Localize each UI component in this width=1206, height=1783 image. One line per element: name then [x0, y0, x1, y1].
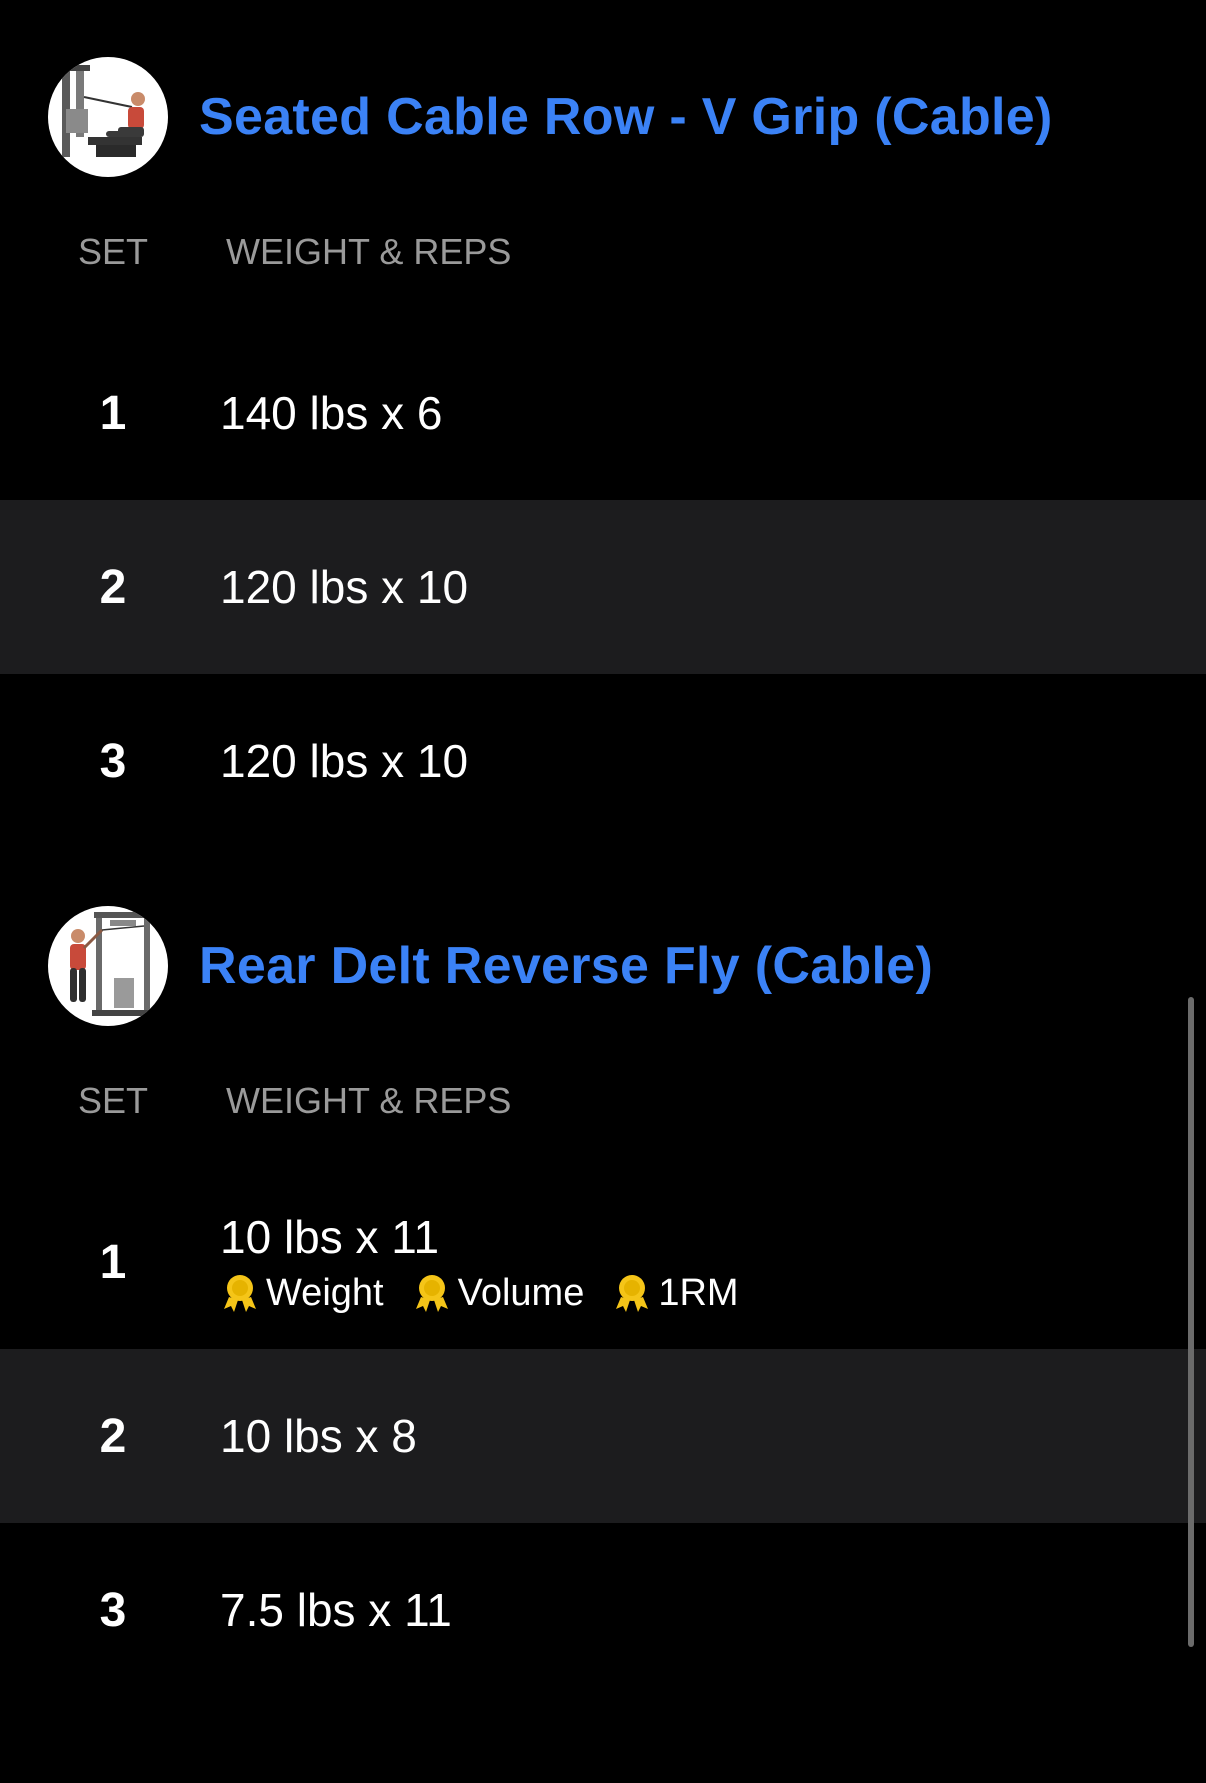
exercise-header[interactable]: Rear Delt Reverse Fly (Cable) [0, 906, 1206, 1026]
exercise-title[interactable]: Seated Cable Row - V Grip (Cable) [199, 87, 1053, 147]
set-weight-reps: 10 lbs x 8 [220, 1410, 417, 1462]
pr-badge-weight: Weight [220, 1272, 384, 1315]
set-weight-reps: 7.5 lbs x 11 [220, 1584, 452, 1636]
set-row[interactable]: 3 7.5 lbs x 11 [0, 1523, 1206, 1697]
set-row[interactable]: 2 120 lbs x 10 [0, 500, 1206, 674]
medal-icon [616, 1275, 649, 1312]
set-weight-reps: 120 lbs x 10 [220, 735, 469, 787]
set-number: 3 [99, 734, 127, 788]
set-row[interactable]: 1 10 lbs x 11 Weight Volume 1RM [0, 1175, 1206, 1349]
rear-delt-fly-illustration-icon [70, 912, 154, 1016]
medal-icon [415, 1275, 448, 1312]
scrollbar[interactable] [1188, 997, 1194, 1647]
set-column-header: SET [77, 231, 148, 272]
set-number: 3 [99, 1583, 127, 1637]
exercise-header[interactable]: Seated Cable Row - V Grip (Cable) [0, 57, 1206, 177]
exercise-title[interactable]: Rear Delt Reverse Fly (Cable) [199, 936, 933, 996]
seated-cable-row-illustration-icon [58, 65, 145, 157]
pr-badge-label: Volume [457, 1271, 585, 1314]
medal-icon [224, 1275, 256, 1312]
weight-reps-column-header: WEIGHT & REPS [226, 1080, 512, 1121]
set-weight-reps: 120 lbs x 10 [220, 561, 469, 613]
weight-reps-column-header: WEIGHT & REPS [226, 231, 512, 272]
pr-badges: Weight Volume 1RM [220, 1272, 767, 1315]
pr-badge-label: Weight [266, 1271, 384, 1314]
set-weight-reps: 10 lbs x 11 [220, 1210, 440, 1263]
set-column-header: SET [77, 1080, 148, 1121]
set-number: 2 [99, 1409, 127, 1463]
pr-badge-1rm: 1RM [612, 1271, 739, 1315]
exercise-thumbnail[interactable] [48, 57, 168, 177]
column-headers: SET WEIGHT & REPS [0, 1076, 1206, 1126]
exercise-card-seated-cable-row: Seated Cable Row - V Grip (Cable) SET WE… [0, 57, 1206, 848]
set-row[interactable]: 3 120 lbs x 10 [0, 674, 1206, 848]
set-row[interactable]: 2 10 lbs x 8 [0, 1349, 1206, 1523]
set-number: 1 [99, 1235, 127, 1289]
set-row[interactable]: 1 140 lbs x 6 [0, 326, 1206, 500]
column-headers: SET WEIGHT & REPS [0, 227, 1206, 277]
set-number: 2 [99, 560, 127, 614]
exercise-card-rear-delt-fly: Rear Delt Reverse Fly (Cable) SET WEIGHT… [0, 906, 1206, 1697]
exercise-thumbnail[interactable] [48, 906, 168, 1026]
pr-badge-volume: Volume [412, 1271, 585, 1315]
pr-badge-label: 1RM [658, 1271, 739, 1314]
set-number: 1 [99, 386, 127, 440]
set-weight-reps: 140 lbs x 6 [220, 387, 443, 439]
